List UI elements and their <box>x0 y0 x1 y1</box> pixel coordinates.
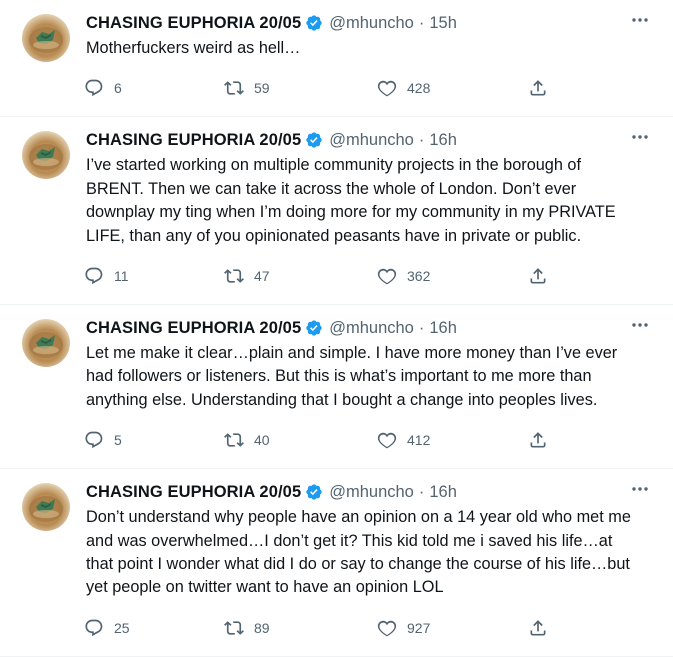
verified-badge-icon <box>306 132 322 149</box>
reply-button[interactable]: 11 <box>84 266 224 286</box>
avatar[interactable] <box>22 319 70 368</box>
handle[interactable]: @mhuncho <box>329 483 414 502</box>
share-icon <box>530 268 546 284</box>
handle[interactable]: @mhuncho <box>329 131 414 150</box>
tweet[interactable]: CHASING EUPHORIA 20/05 @mhuncho · 16h I’… <box>0 117 673 306</box>
verified-badge-icon <box>306 320 322 336</box>
timestamp[interactable]: 16h <box>429 319 457 338</box>
verified-badge-icon <box>306 484 322 500</box>
tweet-header: CHASING EUPHORIA 20/05 @mhuncho · 16h <box>86 480 657 504</box>
reply-button[interactable]: 5 <box>84 430 224 450</box>
timestamp[interactable]: 16h <box>429 131 457 150</box>
tweet[interactable]: CHASING EUPHORIA 20/05 @mhuncho · 15h Mo… <box>0 0 673 118</box>
display-name[interactable]: CHASING EUPHORIA 20/05 <box>86 131 301 150</box>
share-icon <box>530 432 546 448</box>
tweet-actions: 6 59 428 <box>84 60 657 116</box>
separator-dot: · <box>418 13 425 32</box>
tweet-text: Motherfuckers weird as hell… <box>86 39 301 57</box>
more-dots-icon[interactable] <box>629 478 651 500</box>
tweet-actions: 5 40 412 <box>84 412 657 468</box>
retweet-button[interactable]: 47 <box>224 266 377 286</box>
like-count: 362 <box>407 268 431 285</box>
verified-badge-icon <box>306 15 322 31</box>
share-button[interactable] <box>528 266 558 286</box>
share-button[interactable] <box>528 78 558 98</box>
heart-icon <box>377 268 397 285</box>
like-button[interactable]: 412 <box>377 430 528 450</box>
reply-icon <box>85 431 103 449</box>
display-name[interactable]: CHASING EUPHORIA 20/05 <box>86 14 301 33</box>
tweet-text: I’ve started working on multiple communi… <box>86 156 616 245</box>
like-count: 412 <box>407 432 431 449</box>
tweet-header: CHASING EUPHORIA 20/05 @mhuncho · 16h <box>86 128 657 152</box>
retweet-count: 47 <box>254 268 270 285</box>
retweet-button[interactable]: 40 <box>224 430 377 450</box>
retweet-button[interactable]: 59 <box>224 78 377 98</box>
retweet-count: 40 <box>254 432 270 449</box>
reply-icon <box>85 267 103 285</box>
display-name[interactable]: CHASING EUPHORIA 20/05 <box>86 483 301 502</box>
timestamp[interactable]: 15h <box>429 14 457 33</box>
separator-dot: · <box>418 482 425 501</box>
handle[interactable]: @mhuncho <box>329 14 414 33</box>
tweet-header: CHASING EUPHORIA 20/05 @mhuncho · 15h <box>86 11 657 35</box>
more-dots-icon[interactable] <box>629 126 651 148</box>
avatar-image <box>29 144 63 171</box>
share-icon <box>530 80 546 96</box>
reply-count: 6 <box>114 80 122 97</box>
tweet[interactable]: CHASING EUPHORIA 20/05 @mhuncho · 16h Le… <box>0 305 673 470</box>
reply-button[interactable]: 6 <box>84 78 224 98</box>
tweet-header: CHASING EUPHORIA 20/05 @mhuncho · 16h <box>86 316 657 340</box>
reply-count: 11 <box>114 268 129 285</box>
avatar[interactable] <box>22 131 70 180</box>
display-name[interactable]: CHASING EUPHORIA 20/05 <box>86 319 301 338</box>
tweet[interactable]: CHASING EUPHORIA 20/05 @mhuncho · 16h Do… <box>0 469 673 657</box>
like-button[interactable]: 362 <box>377 266 528 286</box>
avatar-image <box>29 496 63 523</box>
retweet-count: 59 <box>254 80 270 97</box>
tweet-feed: CHASING EUPHORIA 20/05 @mhuncho · 15h Mo… <box>0 0 673 657</box>
avatar[interactable] <box>22 483 70 532</box>
more-dots-icon[interactable] <box>629 9 651 31</box>
retweet-icon <box>224 81 244 96</box>
like-button[interactable]: 428 <box>377 78 528 98</box>
heart-icon <box>377 432 397 449</box>
tweet-text: Don’t understand why people have an opin… <box>86 508 631 597</box>
separator-dot: · <box>418 318 425 337</box>
heart-icon <box>377 81 397 97</box>
avatar[interactable] <box>22 14 70 62</box>
timestamp[interactable]: 16h <box>429 483 457 502</box>
retweet-icon <box>224 269 244 283</box>
reply-icon <box>85 80 103 97</box>
handle[interactable]: @mhuncho <box>329 319 414 338</box>
avatar-image <box>29 27 63 53</box>
avatar-image <box>29 332 63 359</box>
more-dots-icon[interactable] <box>629 314 651 336</box>
like-count: 428 <box>407 80 431 97</box>
separator-dot: · <box>418 130 425 149</box>
tweet-text: Let me make it clear…plain and simple. I… <box>86 344 618 409</box>
share-button[interactable] <box>528 430 558 450</box>
tweet-actions: 11 47 362 <box>84 248 657 304</box>
retweet-icon <box>224 433 244 448</box>
reply-count: 5 <box>114 432 122 449</box>
